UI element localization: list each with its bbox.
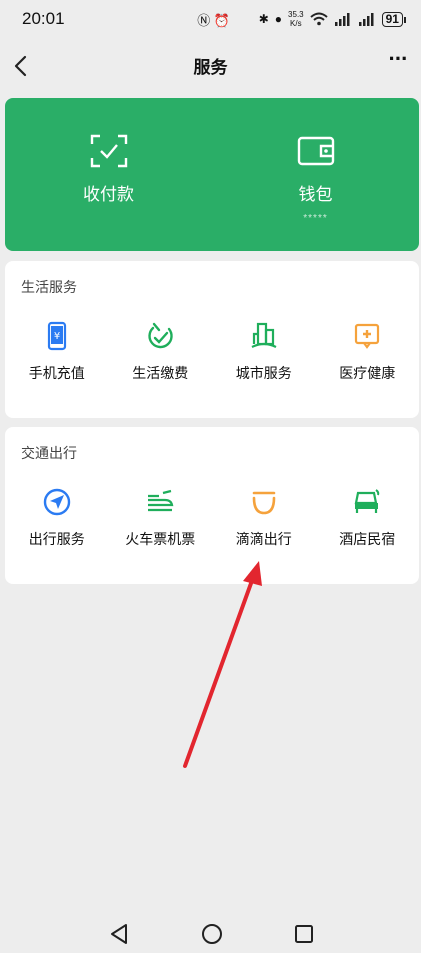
transport-section: 交通出行 出行服务 火车票机票 滴滴出行 酒店民宿 xyxy=(5,427,419,584)
train-ticket-icon xyxy=(148,489,174,512)
wallet-button[interactable]: 钱包 ***** xyxy=(212,98,419,251)
nfc-alarm-icons: Ⓝ ⏰ xyxy=(197,12,231,28)
status-bar: 20:01 Ⓝ ⏰ ✱ ● 35.3 K/s 91 xyxy=(0,0,421,38)
wallet-balance-hidden: ***** xyxy=(303,213,328,224)
didi-icon xyxy=(252,491,276,515)
back-icon[interactable] xyxy=(8,52,36,80)
wallet-label: 钱包 xyxy=(298,185,333,204)
travel-service-label: 出行服务 xyxy=(28,531,85,547)
receive-pay-label: 收付款 xyxy=(83,185,134,204)
train-ticket-label: 火车票机票 xyxy=(125,531,196,547)
wifi-icon xyxy=(309,12,328,26)
pay-card: 收付款 钱包 ***** xyxy=(5,98,419,251)
bill-payment-label: 生活缴费 xyxy=(132,365,189,381)
more-button[interactable]: ··· xyxy=(383,48,413,80)
speed-value: 35.3 xyxy=(288,10,304,19)
section-title-transport: 交通出行 xyxy=(21,445,77,461)
phone-recharge-icon: ¥ xyxy=(47,321,66,351)
bill-payment-icon xyxy=(148,322,173,349)
hotel-icon xyxy=(354,489,380,513)
svg-text:¥: ¥ xyxy=(54,331,60,342)
status-right: ✱ ● 35.3 K/s 91 xyxy=(258,10,407,28)
life-service-section: 生活服务 ¥ 手机充值 生活缴费 城市服务 医疗健康 xyxy=(5,261,419,418)
speed-unit: K/s xyxy=(290,19,302,28)
didi-button[interactable]: 滴滴出行 xyxy=(212,487,316,549)
signal-icon xyxy=(334,12,350,26)
network-speed: 35.3 K/s xyxy=(288,10,304,28)
signal-icon-2 xyxy=(358,12,374,26)
receive-pay-button[interactable]: 收付款 xyxy=(5,98,212,251)
nav-bar: 服务 ··· xyxy=(0,40,421,90)
hotel-button[interactable]: 酒店民宿 xyxy=(316,487,420,549)
wallet-icon xyxy=(297,136,334,166)
back-triangle-icon[interactable] xyxy=(105,920,133,948)
home-circle-icon[interactable] xyxy=(198,920,226,948)
transport-grid: 出行服务 火车票机票 滴滴出行 酒店民宿 xyxy=(5,487,419,549)
hotel-label: 酒店民宿 xyxy=(339,531,396,547)
didi-label: 滴滴出行 xyxy=(235,531,292,547)
recents-square-icon[interactable] xyxy=(290,920,318,948)
medical-icon xyxy=(355,323,380,349)
phone-recharge-button[interactable]: ¥ 手机充值 xyxy=(5,321,109,383)
status-time: 20:01 xyxy=(22,9,65,28)
city-service-button[interactable]: 城市服务 xyxy=(212,321,316,383)
page-title: 服务 xyxy=(193,57,228,77)
battery-indicator: 91 xyxy=(381,11,407,27)
life-service-grid: ¥ 手机充值 生活缴费 城市服务 医疗健康 xyxy=(5,321,419,383)
phone-recharge-label: 手机充值 xyxy=(28,365,85,381)
navigation-icon xyxy=(43,488,70,516)
section-title-life: 生活服务 xyxy=(21,279,77,295)
train-ticket-button[interactable]: 火车票机票 xyxy=(109,487,213,549)
location-icon: ● xyxy=(274,12,283,26)
medical-button[interactable]: 医疗健康 xyxy=(316,321,420,383)
medical-label: 医疗健康 xyxy=(339,365,396,381)
city-service-icon xyxy=(251,322,277,348)
system-nav-bar xyxy=(0,915,421,953)
city-service-label: 城市服务 xyxy=(235,365,292,381)
bluetooth-icon: ✱ xyxy=(258,12,269,26)
travel-service-button[interactable]: 出行服务 xyxy=(5,487,109,549)
scan-icon xyxy=(90,134,127,168)
bill-payment-button[interactable]: 生活缴费 xyxy=(109,321,213,383)
